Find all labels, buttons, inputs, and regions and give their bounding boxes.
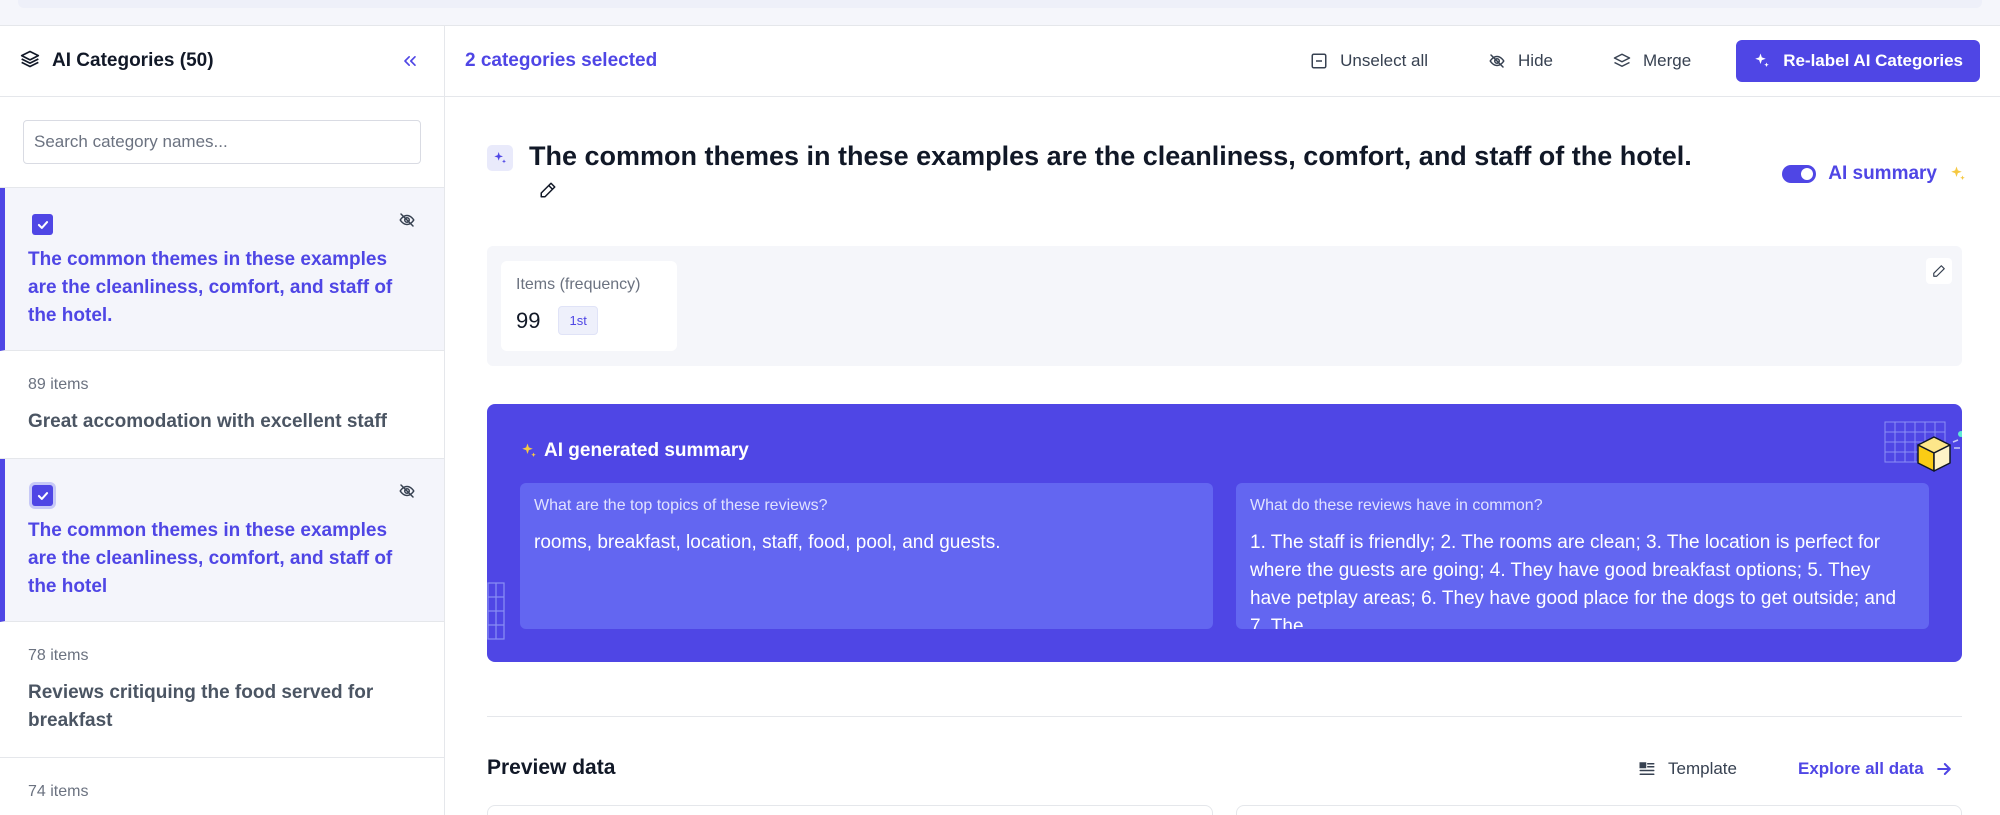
stat-value: 99 (516, 307, 541, 333)
sparkles-icon (487, 145, 513, 171)
summary-answer: 1. The staff is friendly; 2. The rooms a… (1250, 532, 1897, 629)
category-title: The common themes in these examples are … (529, 141, 1692, 171)
cube-illustration (1884, 421, 1962, 472)
check-icon (37, 491, 48, 500)
unselect-all-button[interactable]: Unselect all (1310, 51, 1428, 71)
category-item[interactable]: 89 items Great accomodation with excelle… (0, 351, 444, 459)
preview-card (487, 805, 1213, 815)
arrow-right-icon (1936, 763, 1951, 775)
preview-card (1236, 805, 1962, 815)
chevrons-left-icon (404, 56, 416, 66)
edit-stats-button[interactable] (1926, 258, 1952, 284)
rank-badge: 1st (558, 306, 598, 335)
pencil-icon (1933, 265, 1945, 277)
ai-summary-toggle[interactable]: AI summary (1782, 163, 1967, 185)
summary-question: What are the top topics of these reviews… (534, 497, 828, 514)
category-count: 89 items (28, 376, 89, 393)
summary-heading-label: AI generated summary (544, 440, 749, 461)
merge-button[interactable]: Merge (1613, 51, 1691, 71)
category-label: The common themes in these examples are … (28, 520, 393, 597)
section-divider (487, 716, 1962, 717)
category-detail: 2 categories selected Unselect all Hide … (445, 26, 2000, 815)
template-icon (1639, 762, 1655, 775)
top-strip-bar (18, 0, 1982, 8)
template-button[interactable]: Template (1638, 759, 1737, 779)
explore-all-link[interactable]: Explore all data (1798, 759, 1954, 779)
sparkles-icon (522, 443, 536, 457)
top-strip (0, 0, 2000, 26)
summary-question: What do these reviews have in common? (1250, 497, 1543, 514)
selected-count: 2 categories selected (465, 50, 658, 71)
stats-panel: Items (frequency) 99 1st (487, 246, 1962, 366)
template-label: Template (1668, 759, 1737, 778)
eye-off-icon[interactable] (398, 482, 416, 500)
preview-title: Preview data (487, 756, 616, 779)
sparkles-icon (1755, 53, 1769, 67)
check-icon (37, 220, 48, 229)
sidebar-header: AI Categories (50) (0, 26, 444, 97)
sidebar-title: AI Categories (50) (52, 50, 214, 71)
layers-icon (1613, 53, 1631, 67)
ai-summary-label: AI summary (1828, 163, 1937, 184)
toggle-switch[interactable] (1782, 165, 1817, 183)
hide-label: Hide (1518, 51, 1553, 70)
selection-toolbar: 2 categories selected Unselect all Hide … (445, 26, 2000, 97)
stat-label: Items (frequency) (516, 276, 641, 293)
minus-square-icon (1311, 53, 1327, 69)
summary-answer: rooms, breakfast, location, staff, food,… (534, 532, 1001, 553)
category-label: The common themes in these examples are … (28, 249, 393, 326)
category-checkbox[interactable] (32, 214, 53, 235)
category-count: 78 items (28, 647, 89, 664)
eye-off-icon (1489, 54, 1505, 68)
ai-summary-panel: AI generated summary What are the top to… (487, 404, 1962, 662)
merge-label: Merge (1643, 51, 1692, 70)
category-item[interactable]: The common themes in these examples are … (0, 459, 444, 622)
hide-button[interactable]: Hide (1488, 51, 1553, 71)
collapse-sidebar-button[interactable] (396, 47, 424, 75)
category-item[interactable]: The common themes in these examples are … (0, 188, 444, 351)
summary-card: What are the top topics of these reviews… (520, 483, 1213, 629)
categories-sidebar: AI Categories (50) The common themes in … (0, 26, 445, 815)
sparkles-icon (1951, 166, 1965, 180)
unselect-all-label: Unselect all (1340, 51, 1429, 70)
summary-heading: AI generated summary (520, 440, 749, 462)
summary-card: What do these reviews have in common? 1.… (1236, 483, 1929, 629)
category-item[interactable]: 78 items Reviews critiquing the food ser… (0, 622, 444, 758)
relabel-label: Re-label AI Categories (1783, 51, 1963, 70)
category-label: Reviews critiquing the food served for b… (28, 682, 374, 731)
category-item[interactable]: 74 items (0, 758, 444, 815)
category-count: 74 items (28, 783, 89, 800)
layers-icon (20, 49, 40, 74)
search-wrapper (0, 97, 444, 188)
pencil-icon[interactable] (539, 181, 557, 199)
grid-decoration (487, 582, 505, 640)
frequency-stat-card: Items (frequency) 99 1st (501, 261, 677, 351)
category-search-input[interactable] (23, 120, 421, 164)
category-label: Great accomodation with excellent staff (28, 411, 387, 432)
explore-all-label: Explore all data (1798, 759, 1924, 778)
relabel-button[interactable]: Re-label AI Categories (1736, 40, 1980, 82)
eye-off-icon[interactable] (398, 211, 416, 229)
category-checkbox[interactable] (32, 485, 53, 506)
